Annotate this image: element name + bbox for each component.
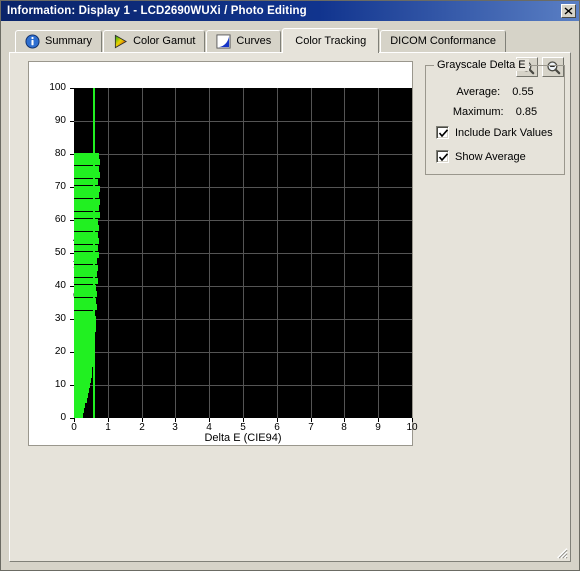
average-row: Average: 0.55 [426,86,564,98]
bar [74,212,100,218]
grayscale-delta-e-groupbox: Grayscale Delta E Average: 0.55 Maximum:… [425,59,565,175]
gridline-horizontal [74,154,412,155]
checkmark-icon [438,153,449,162]
y-tick-label: 90 [54,115,66,126]
tab-label: DICOM Conformance [390,35,496,47]
gridline-horizontal [74,319,412,320]
information-window: Information: Display 1 - LCD2690WUXi / P… [0,0,580,571]
tab-label: Color Gamut [133,35,196,47]
checkbox-label: Include Dark Values [455,126,553,139]
y-tick-label: 40 [54,280,66,291]
y-tick-label: 80 [54,148,66,159]
plot-area [74,88,412,418]
tab-color-gamut[interactable]: Color Gamut [103,30,206,52]
bar [74,238,99,244]
gridline-horizontal [74,253,412,254]
tab-panel-color-tracking: Output Luminance 0102030405060708090100 … [9,52,571,562]
tab-summary[interactable]: Summary [15,30,103,52]
bar [74,205,99,211]
bar [74,159,100,165]
gridline-horizontal [74,121,412,122]
average-label: Average: [456,86,501,98]
y-tick-label: 30 [54,313,66,324]
checkbox-label: Show Average [455,150,526,163]
bar [74,225,99,231]
bar [74,172,100,178]
gridline-horizontal [74,286,412,287]
tab-curves[interactable]: Curves [206,30,282,52]
tab-label: Curves [236,35,272,47]
window-title: Information: Display 1 - LCD2690WUXi / P… [7,5,307,17]
client-area: Summary Color Gamut Curves Color Trackin… [1,21,579,570]
y-tick-label: 100 [49,82,66,93]
delta-e-chart: Output Luminance 0102030405060708090100 … [28,61,418,446]
y-tick-label: 70 [54,181,66,192]
gridline-horizontal [74,385,412,386]
gridline-horizontal [74,220,412,221]
y-tick-label: 20 [54,346,66,357]
y-tick-label: 10 [54,379,66,390]
average-value: 0.55 [512,86,534,98]
tab-strip: Summary Color Gamut Curves Color Trackin… [9,27,571,53]
checkbox-box[interactable] [436,150,449,163]
gridline-horizontal [74,187,412,188]
close-icon [564,7,573,15]
checkmark-icon [438,129,449,138]
checkbox-include-dark-values[interactable]: Include Dark Values [436,126,553,139]
checkbox-show-average[interactable]: Show Average [436,150,526,163]
tab-color-tracking[interactable]: Color Tracking [282,28,380,53]
y-tick-label: 60 [54,214,66,225]
groupbox-title: Grayscale Delta E [434,59,529,71]
info-icon [25,34,40,49]
average-line [93,88,95,418]
resize-grip[interactable] [555,546,568,559]
curves-icon [216,34,231,49]
bar [74,192,99,198]
maximum-row: Maximum: 0.85 [426,106,564,118]
window-titlebar: Information: Display 1 - LCD2690WUXi / P… [1,1,579,21]
y-tick-label: 50 [54,247,66,258]
x-axis-label: Delta E (CIE94) [204,432,282,444]
y-tick-label: 0 [60,412,66,423]
tab-dicom-conformance[interactable]: DICOM Conformance [380,30,506,52]
maximum-label: Maximum: [452,106,504,118]
tab-label: Summary [45,35,93,47]
maximum-value: 0.85 [515,106,538,118]
tab-label: Color Tracking [295,34,367,47]
close-button[interactable] [561,4,576,18]
gamut-triangle-icon [114,34,128,49]
bar [74,412,81,418]
gridline-horizontal [74,352,412,353]
checkbox-box[interactable] [436,126,449,139]
